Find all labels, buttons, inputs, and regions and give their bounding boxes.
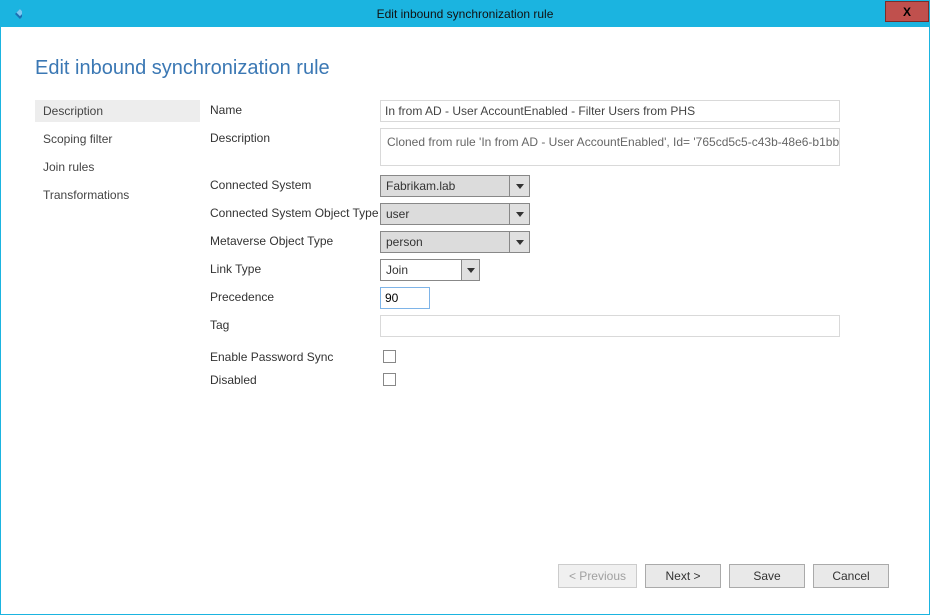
dropdown-button[interactable]	[509, 232, 529, 252]
precedence-input[interactable]	[380, 287, 430, 309]
label-disabled: Disabled	[210, 370, 380, 387]
form-area: Name Description Cloned from rule 'In fr…	[210, 100, 895, 556]
tag-input[interactable]	[380, 315, 840, 337]
next-button[interactable]: Next >	[645, 564, 721, 588]
connected-system-select[interactable]: Fabrikam.lab	[380, 175, 530, 197]
sidebar-item-label: Description	[43, 104, 103, 118]
sidebar-item-transformations[interactable]: Transformations	[35, 184, 200, 206]
window-title: Edit inbound synchronization rule	[1, 7, 929, 21]
chevron-down-icon	[467, 268, 475, 273]
dialog-window: Edit inbound synchronization rule X Edit…	[0, 0, 930, 615]
sidebar-item-scoping-filter[interactable]: Scoping filter	[35, 128, 200, 150]
name-input[interactable]	[380, 100, 840, 122]
chevron-down-icon	[516, 240, 524, 245]
label-tag: Tag	[210, 315, 380, 332]
save-button[interactable]: Save	[729, 564, 805, 588]
dropdown-button[interactable]	[461, 260, 479, 280]
cancel-button[interactable]: Cancel	[813, 564, 889, 588]
metaverse-object-type-select[interactable]: person	[380, 231, 530, 253]
label-link-type: Link Type	[210, 259, 380, 276]
select-value: person	[381, 232, 509, 252]
label-precedence: Precedence	[210, 287, 380, 304]
select-value: user	[381, 204, 509, 224]
app-icon	[5, 4, 25, 24]
close-icon: X	[903, 5, 911, 19]
previous-button[interactable]: < Previous	[558, 564, 637, 588]
disabled-checkbox[interactable]	[383, 373, 396, 386]
sidebar-item-label: Join rules	[43, 160, 94, 174]
inner-panel: Edit inbound synchronization rule Descri…	[9, 33, 921, 606]
link-type-select[interactable]: Join	[380, 259, 480, 281]
label-connected-system: Connected System	[210, 175, 380, 192]
dropdown-button[interactable]	[509, 176, 529, 196]
sidebar-item-label: Transformations	[43, 188, 129, 202]
select-value: Join	[381, 260, 461, 280]
titlebar: Edit inbound synchronization rule X	[1, 1, 929, 27]
page-title: Edit inbound synchronization rule	[35, 57, 895, 80]
chevron-down-icon	[516, 184, 524, 189]
connected-system-object-type-select[interactable]: user	[380, 203, 530, 225]
label-enable-password-sync: Enable Password Sync	[210, 347, 380, 364]
description-input[interactable]: Cloned from rule 'In from AD - User Acco…	[380, 128, 840, 166]
label-name: Name	[210, 100, 380, 117]
enable-password-sync-checkbox[interactable]	[383, 350, 396, 363]
sidebar: Description Scoping filter Join rules Tr…	[35, 100, 210, 556]
label-connected-system-object-type: Connected System Object Type	[210, 203, 380, 220]
sidebar-item-description[interactable]: Description	[35, 100, 200, 122]
sidebar-item-join-rules[interactable]: Join rules	[35, 156, 200, 178]
chevron-down-icon	[516, 212, 524, 217]
select-value: Fabrikam.lab	[381, 176, 509, 196]
footer: < Previous Next > Save Cancel	[35, 556, 895, 596]
label-metaverse-object-type: Metaverse Object Type	[210, 231, 380, 248]
client-area: Edit inbound synchronization rule Descri…	[1, 27, 929, 614]
close-button[interactable]: X	[885, 1, 929, 22]
body: Description Scoping filter Join rules Tr…	[35, 100, 895, 556]
sidebar-item-label: Scoping filter	[43, 132, 112, 146]
label-description: Description	[210, 128, 380, 145]
dropdown-button[interactable]	[509, 204, 529, 224]
